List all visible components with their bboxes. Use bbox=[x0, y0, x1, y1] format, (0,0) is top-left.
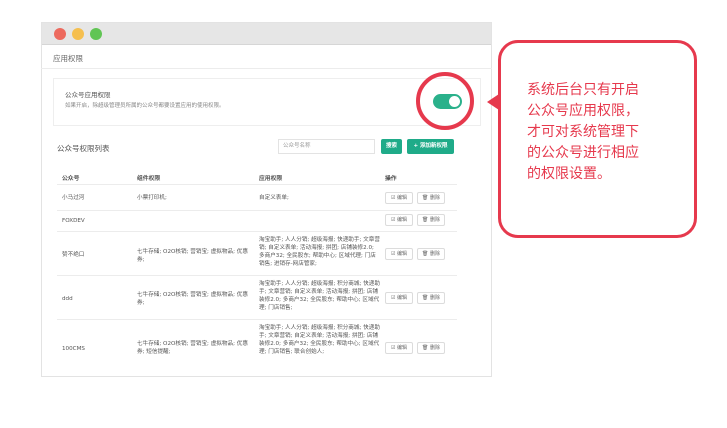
card-title: 公众号应用权限 bbox=[65, 91, 111, 99]
row-account: 100CMS bbox=[62, 346, 85, 352]
row-divider bbox=[57, 275, 457, 276]
row-apps: 淘宝助手; 人人分销; 超级海报; 积分商城; 快递助手; 文章营销; 自定义表… bbox=[259, 325, 380, 355]
row-account: FOXDEV bbox=[62, 218, 85, 224]
row-components: 七牛存储; O2O核销; 营销宝; 虚拟物品; 优惠券; bbox=[137, 249, 248, 263]
edit-button[interactable]: ☑ 编辑 bbox=[385, 248, 413, 260]
edit-button[interactable]: ☑ 编辑 bbox=[385, 342, 413, 354]
row-account: ddd bbox=[62, 296, 73, 302]
callout-line: 公众号应用权限， bbox=[527, 103, 639, 119]
row-account: 赞不绝口 bbox=[62, 252, 85, 258]
column-header-apps: 应用权限 bbox=[259, 176, 283, 182]
delete-button[interactable]: 🗑 删除 bbox=[417, 342, 445, 354]
callout-line: 才可对系统管理下 bbox=[527, 124, 639, 140]
section-divider bbox=[41, 68, 492, 69]
edit-button[interactable]: ☑ 编辑 bbox=[385, 292, 413, 304]
row-divider bbox=[57, 319, 457, 320]
edit-button[interactable]: ☑ 编辑 bbox=[385, 192, 413, 204]
section-title: 应用权限 bbox=[53, 54, 83, 63]
row-components: 小票打印机; bbox=[137, 195, 167, 201]
delete-button[interactable]: 🗑 删除 bbox=[417, 248, 445, 260]
header-divider bbox=[57, 184, 457, 185]
card-description: 如果开启，除超级管理员所属的公众号都要设置应用的使用权限。 bbox=[65, 103, 225, 109]
maximize-window-button[interactable] bbox=[90, 27, 102, 40]
edit-button[interactable]: ☑ 编辑 bbox=[385, 214, 413, 226]
column-header-actions: 操作 bbox=[385, 176, 397, 182]
account-search-input[interactable]: 公众号名称 bbox=[278, 139, 375, 154]
callout-line: 系统后台只有开启 bbox=[527, 82, 639, 98]
window-titlebar bbox=[42, 23, 491, 45]
minimize-window-button[interactable] bbox=[72, 27, 84, 40]
row-components: 七牛存储; O2O核销; 营销宝; 虚拟物品; 优惠券; 短信提醒; bbox=[137, 341, 248, 355]
delete-button[interactable]: 🗑 删除 bbox=[417, 214, 445, 226]
close-window-button[interactable] bbox=[54, 27, 66, 40]
row-apps: 淘宝助手; 人人分销; 超级海报; 积分商城; 快递助手; 文章营销; 自定义表… bbox=[259, 281, 380, 311]
column-header-components: 组件权限 bbox=[137, 176, 161, 182]
callout-text: 系统后台只有开启 公众号应用权限， 才可对系统管理下 的公众号进行相应 的权限设… bbox=[527, 80, 687, 185]
row-account: 小马过河 bbox=[62, 195, 85, 201]
row-apps: 淘宝助手; 人人分销; 超级海报; 快递助手; 文章营销; 自定义表单; 活动海… bbox=[259, 237, 380, 267]
list-title: 公众号权限列表 bbox=[57, 144, 110, 153]
column-header-account: 公众号 bbox=[62, 176, 80, 182]
row-components: 七牛存储; O2O核销; 营销宝; 虚拟物品; 优惠券; bbox=[137, 292, 248, 306]
row-divider bbox=[57, 210, 457, 211]
search-button[interactable]: 搜索 bbox=[381, 139, 402, 154]
highlight-ring bbox=[416, 72, 474, 130]
callout-line: 的权限设置。 bbox=[527, 166, 611, 182]
add-permission-button[interactable]: + 添加新权限 bbox=[407, 139, 454, 154]
row-apps: 自定义表单; bbox=[259, 195, 289, 201]
delete-button[interactable]: 🗑 删除 bbox=[417, 192, 445, 204]
delete-button[interactable]: 🗑 删除 bbox=[417, 292, 445, 304]
callout-line: 的公众号进行相应 bbox=[527, 145, 639, 161]
row-divider bbox=[57, 231, 457, 232]
